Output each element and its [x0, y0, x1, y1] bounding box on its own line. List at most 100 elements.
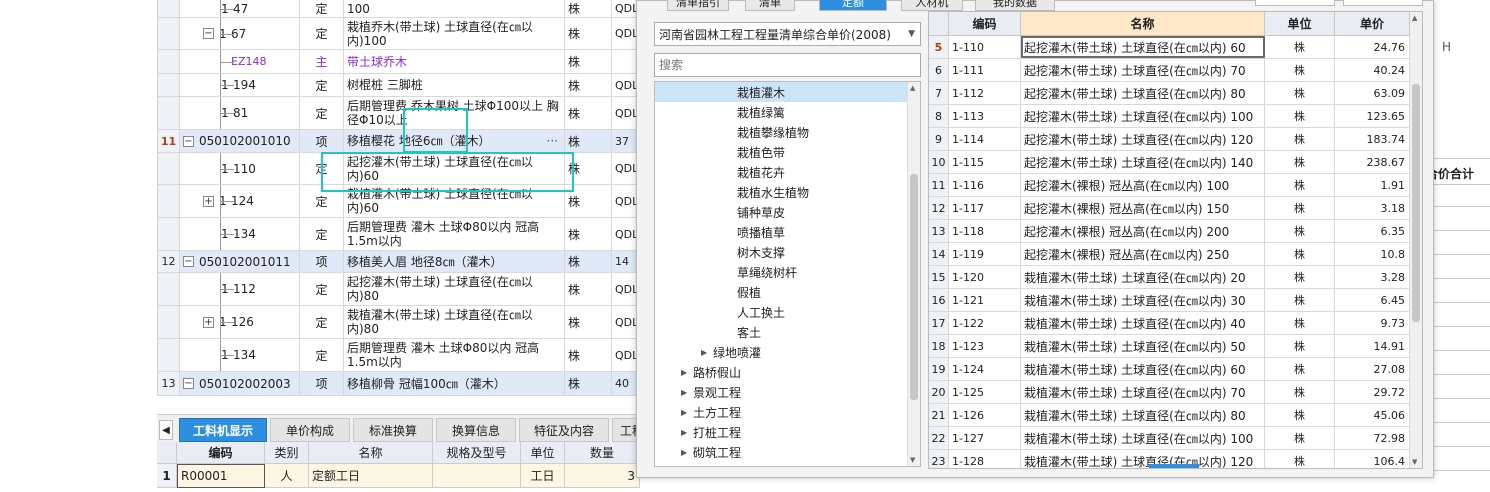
tab-scroll-left-button[interactable]: ◀ [159, 420, 173, 440]
result-cell-code[interactable]: 1-122 [949, 312, 1021, 334]
tree-item[interactable]: 栽植攀缘植物 [655, 122, 907, 142]
tab-2[interactable]: 标准换算 [353, 418, 433, 442]
result-cell-price[interactable]: 106.4 [1335, 450, 1410, 468]
scroll-up-icon[interactable]: ▲ [1412, 14, 1417, 22]
result-cell-price[interactable]: 3.28 [1335, 266, 1410, 288]
dialog-tab-3[interactable]: 人材机 [901, 0, 963, 11]
chevron-right-icon[interactable]: ▶ [681, 388, 693, 397]
result-cell-code[interactable]: 1-123 [949, 335, 1021, 357]
table-row[interactable]: 12−050102001011 项移植美人眉 地径8㎝（灌木）株 14 [158, 251, 640, 273]
tree-item[interactable]: 客土 [655, 322, 907, 342]
tree-item[interactable]: 树木支撑 [655, 242, 907, 262]
result-cell-name[interactable]: 起挖灌木(裸根) 冠丛高(在㎝以内) 150 [1021, 197, 1265, 219]
result-cell-price[interactable]: 72.98 [1335, 427, 1410, 449]
table-row[interactable]: 1-47 定 100 株 QDL [158, 0, 640, 18]
result-cell-name[interactable]: 栽植灌木(带土球) 土球直径(在㎝以内) 100 [1021, 427, 1265, 449]
table-row[interactable]: 13−050102002003 项移植柳骨 冠幅100㎝（灌木）株 40 [158, 372, 640, 396]
tree-item[interactable]: 栽植灌木 [655, 82, 907, 102]
result-cell-code[interactable]: 1-118 [949, 220, 1021, 242]
row-name[interactable]: 后期管理费 灌木 土球Φ80以内 冠高1.5m以内 [344, 218, 565, 250]
result-cell-price[interactable]: 238.67 [1335, 151, 1410, 173]
table-row[interactable]: 20 1-125 栽植灌木(带土球) 土球直径(在㎝以内) 70 株 29.72 [929, 381, 1410, 404]
row-name[interactable]: 带土球乔木 [344, 50, 565, 73]
result-cell-price[interactable]: 45.06 [1335, 404, 1410, 426]
tab-3[interactable]: 换算信息 [436, 418, 516, 442]
tree-item[interactable]: 铺种草皮 [655, 202, 907, 222]
table-row[interactable]: −1-67 定栽植乔木(带土球) 土球直径(在㎝以内)100 株 QDL [158, 18, 640, 50]
row-name[interactable]: 栽植灌木(带土球) 土球直径(在㎝以内)80 [344, 306, 565, 338]
tab-4[interactable]: 特征及内容 [519, 418, 609, 442]
result-cell-price[interactable]: 183.74 [1335, 128, 1410, 150]
table-row[interactable]: 22 1-127 栽植灌木(带土球) 土球直径(在㎝以内) 100 株 72.98 [929, 427, 1410, 450]
column-header[interactable]: 编码 [177, 442, 265, 464]
result-cell-unit[interactable]: 株 [1265, 59, 1335, 81]
dialog-tab-1[interactable]: 清单 [745, 0, 795, 11]
chevron-right-icon[interactable]: ▶ [701, 348, 713, 357]
row-code[interactable]: −1-67 [180, 18, 300, 49]
result-cell-code[interactable]: 1-125 [949, 381, 1021, 403]
result-cell-name[interactable]: 栽植灌木(带土球) 土球直径(在㎝以内) 80 [1021, 404, 1265, 426]
result-cell-name[interactable]: 栽植灌木(带土球) 土球直径(在㎝以内) 60 [1021, 358, 1265, 380]
expand-icon[interactable]: + [203, 195, 214, 207]
tree-item[interactable]: 栽植花卉 [655, 162, 907, 182]
row-code[interactable]: 1-47 [180, 0, 300, 17]
result-cell-price[interactable]: 40.24 [1335, 59, 1410, 81]
tree-item[interactable]: ▶ 砌筑工程 [655, 442, 907, 462]
result-cell-price[interactable]: 10.8 [1335, 243, 1410, 265]
result-cell-unit[interactable]: 株 [1265, 197, 1335, 219]
result-cell-unit[interactable]: 株 [1265, 312, 1335, 334]
collapse-icon[interactable]: − [183, 135, 194, 147]
collapse-icon[interactable]: − [183, 378, 194, 389]
tab-0[interactable]: 工料机显示 [179, 418, 267, 442]
table-row[interactable]: 5 1-110 起挖灌木(带土球) 土球直径(在㎝以内) 60 株 24.76 [929, 36, 1410, 59]
result-cell-unit[interactable]: 株 [1265, 450, 1335, 468]
table-row[interactable]: 14 1-119 起挖灌木(裸根) 冠丛高(在㎝以内) 250 株 10.8 [929, 243, 1410, 266]
result-cell-price[interactable]: 63.09 [1335, 82, 1410, 104]
chevron-right-icon[interactable]: ▶ [681, 408, 693, 417]
scroll-down-icon[interactable]: ▼ [910, 456, 915, 464]
result-cell-code[interactable]: 1-127 [949, 427, 1021, 449]
more-icon[interactable]: ··· [547, 134, 558, 148]
column-resize-handle[interactable] [1149, 464, 1199, 468]
result-cell-unit[interactable]: 株 [1265, 404, 1335, 426]
result-cell-name[interactable]: 起挖灌木(带土球) 土球直径(在㎝以内) 120 [1021, 128, 1265, 150]
expand-icon[interactable]: + [203, 316, 214, 328]
table-row[interactable]: 11−050102001010 项移植樱花 地径6㎝（灌木） ··· 株 37 [158, 130, 640, 153]
chevron-right-icon[interactable]: ▶ [681, 368, 693, 377]
result-cell-name[interactable]: 栽植灌木(带土球) 土球直径(在㎝以内) 30 [1021, 289, 1265, 311]
tree-item[interactable]: ▶ 打桩工程 [655, 422, 907, 442]
result-cell-name[interactable]: 起挖灌木(裸根) 冠丛高(在㎝以内) 200 [1021, 220, 1265, 242]
result-cell-price[interactable]: 14.91 [1335, 335, 1410, 357]
row-code[interactable]: +1-126 [180, 306, 300, 338]
row-code[interactable]: 1-81 [180, 97, 300, 129]
search-input[interactable] [654, 53, 921, 77]
result-cell-code[interactable]: 1-116 [949, 174, 1021, 196]
result-cell-code[interactable]: 1-124 [949, 358, 1021, 380]
row-code[interactable]: 1-110 [180, 153, 300, 184]
tree-item[interactable]: ▶ 绿地喷灌 [655, 342, 907, 362]
tree-item[interactable]: 喷播植草 [655, 222, 907, 242]
result-cell-unit[interactable]: 株 [1265, 128, 1335, 150]
result-cell-code[interactable]: 1-117 [949, 197, 1021, 219]
row-name[interactable]: 栽植乔木(带土球) 土球直径(在㎝以内)100 [344, 18, 565, 49]
result-cell-unit[interactable]: 株 [1265, 174, 1335, 196]
table-row[interactable]: 11 1-116 起挖灌木(裸根) 冠丛高(在㎝以内) 100 株 1.91 [929, 174, 1410, 197]
dialog-header-button[interactable] [1343, 0, 1423, 6]
tree-item[interactable]: ▶ 景观工程 [655, 382, 907, 402]
result-cell-unit[interactable]: 株 [1265, 381, 1335, 403]
table-row[interactable]: 10 1-115 起挖灌木(带土球) 土球直径(在㎝以内) 140 株 238.67 [929, 151, 1410, 174]
result-cell-name[interactable]: 栽植灌木(带土球) 土球直径(在㎝以内) 50 [1021, 335, 1265, 357]
table-row[interactable]: 21 1-126 栽植灌木(带土球) 土球直径(在㎝以内) 80 株 45.06 [929, 404, 1410, 427]
row-code[interactable]: −050102001010 [180, 130, 300, 152]
result-cell-name[interactable]: 起挖灌木(裸根) 冠丛高(在㎝以内) 100 [1021, 174, 1265, 196]
result-cell-price[interactable]: 27.08 [1335, 358, 1410, 380]
column-header[interactable]: 规格及型号 [433, 442, 521, 464]
table-row[interactable]: 1-81 定后期管理费 乔木果树 土球Φ100以上 胸径Φ10以上株 QDL [158, 97, 640, 130]
tree-item[interactable]: ▶ 土方工程 [655, 402, 907, 422]
tree-scrollbar[interactable]: ▲ ▼ [907, 82, 920, 466]
result-cell-unit[interactable]: 株 [1265, 335, 1335, 357]
column-header[interactable]: 类别 [265, 442, 309, 464]
table-row[interactable]: 15 1-120 栽植灌木(带土球) 土球直径(在㎝以内) 20 株 3.28 [929, 266, 1410, 289]
result-cell-price[interactable]: 9.73 [1335, 312, 1410, 334]
column-header-code[interactable]: 编码 [949, 12, 1021, 36]
